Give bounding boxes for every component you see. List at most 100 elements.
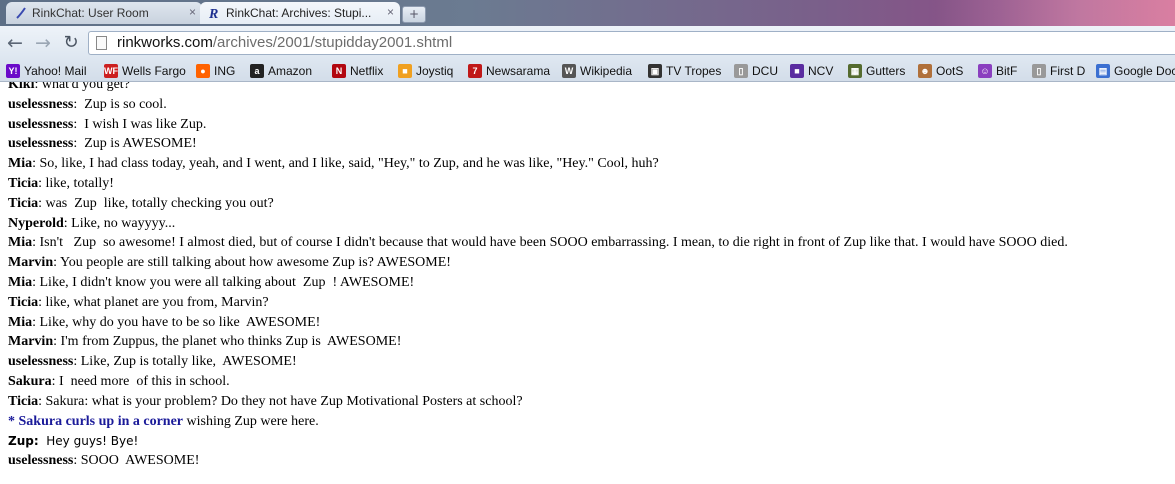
bookmark-favicon-icon: 7 bbox=[468, 64, 482, 78]
chat-speaker: uselessness bbox=[8, 96, 74, 112]
bookmark-item[interactable]: ● ING bbox=[196, 63, 235, 79]
chat-message: I wish I was like Zup. bbox=[77, 116, 207, 132]
chat-message: was Zup like, totally checking you out? bbox=[41, 195, 274, 211]
chat-speaker: Zup: bbox=[8, 434, 39, 449]
chat-line: Ticia: like, what planet are you from, M… bbox=[8, 294, 269, 312]
bookmark-item[interactable]: ▯ First D bbox=[1032, 63, 1085, 79]
new-tab-button[interactable]: + bbox=[402, 6, 426, 23]
bookmark-favicon-icon: ▣ bbox=[648, 64, 662, 78]
bookmark-label: Netflix bbox=[350, 64, 384, 78]
chat-line: Sakura: I need more of this in school. bbox=[8, 373, 230, 391]
bookmark-label: Joystiq bbox=[416, 64, 454, 78]
bookmark-item[interactable]: a Amazon bbox=[250, 63, 312, 79]
bookmark-item[interactable]: ■ Joystiq bbox=[398, 63, 453, 79]
rinkchat-favicon-icon bbox=[16, 7, 26, 19]
chat-speaker: Mia bbox=[8, 275, 33, 290]
bookmark-favicon-icon: ● bbox=[196, 64, 210, 78]
bookmark-item[interactable]: ▦ Gutters bbox=[848, 63, 905, 79]
chat-message: wishing Zup were here. bbox=[183, 413, 319, 429]
bookmark-favicon-icon: Y! bbox=[6, 64, 20, 78]
chat-line: Marvin: I'm from Zuppus, the planet who … bbox=[8, 333, 401, 351]
chat-message: Zup is so cool. bbox=[77, 96, 167, 112]
chat-message: I'm from Zuppus, the planet who thinks Z… bbox=[57, 334, 402, 350]
tab-title: RinkChat: User Room bbox=[32, 6, 149, 20]
bookmark-item[interactable]: WF Wells Fargo bbox=[104, 63, 186, 79]
bookmark-favicon-icon: ▯ bbox=[734, 64, 748, 78]
bookmark-label: Wikipedia bbox=[580, 64, 633, 78]
bookmark-item[interactable]: ▯ DCU bbox=[734, 63, 778, 79]
chat-message: Hey guys! Bye! bbox=[38, 434, 139, 449]
bookmark-label: BitF bbox=[996, 64, 1018, 78]
chat-line: * Sakura curls up in a corner wishing Zu… bbox=[8, 413, 319, 431]
url-path: /archives/2001/stupidday2001.shtml bbox=[212, 34, 453, 51]
bookmark-favicon-icon: ■ bbox=[790, 64, 804, 78]
bookmark-label: Wells Fargo bbox=[122, 64, 186, 78]
bookmark-item[interactable]: W Wikipedia bbox=[562, 63, 632, 79]
forward-arrow-icon[interactable]: → bbox=[32, 32, 54, 54]
bookmark-favicon-icon: ▯ bbox=[1032, 64, 1046, 78]
bookmark-favicon-icon: W bbox=[562, 64, 576, 78]
chat-speaker: Ticia bbox=[8, 176, 39, 191]
chat-speaker: Kiki bbox=[8, 82, 35, 92]
chat-line: Kiki: what'd you get? bbox=[8, 82, 130, 94]
chat-line: Mia: Like, why do you have to be so like… bbox=[8, 314, 320, 332]
chat-message: Like, I didn't know you were all talking… bbox=[36, 275, 415, 290]
chat-message: Sakura: what is your problem? Do they no… bbox=[41, 393, 523, 409]
bookmark-item[interactable]: ▤ Google Doc bbox=[1096, 63, 1175, 79]
chat-message: Like, Zup is totally like, AWESOME! bbox=[77, 354, 297, 370]
bookmark-label: OotS bbox=[936, 64, 964, 78]
chat-speaker: Marvin bbox=[8, 334, 54, 350]
chat-speaker: Ticia bbox=[8, 195, 39, 211]
tab-rinkchat-archives[interactable]: R RinkChat: Archives: Stupi... × bbox=[200, 2, 400, 24]
bookmark-label: Google Doc bbox=[1114, 64, 1175, 78]
bookmark-item[interactable]: Y! Yahoo! Mail bbox=[6, 63, 86, 79]
address-bar[interactable]: rinkworks.com/archives/2001/stupidday200… bbox=[88, 31, 1175, 55]
tab-rinkchat-user-room[interactable]: RinkChat: User Room × bbox=[6, 2, 202, 24]
chat-action: * Sakura curls up in a corner bbox=[8, 413, 184, 429]
chat-speaker: uselessness bbox=[8, 116, 74, 132]
chat-line: uselessness: Zup is AWESOME! bbox=[8, 135, 197, 153]
bookmark-label: Yahoo! Mail bbox=[24, 64, 87, 78]
chat-line: Zup: Hey guys! Bye! bbox=[8, 432, 138, 451]
chat-line: Mia: So, like, I had class today, yeah, … bbox=[8, 155, 659, 173]
chat-line: uselessness: I wish I was like Zup. bbox=[8, 116, 206, 134]
chat-line: uselessness: SOOO AWESOME! bbox=[8, 452, 199, 470]
chat-line: Nyperold: Like, no wayyyy... bbox=[8, 215, 175, 233]
tab-title: RinkChat: Archives: Stupi... bbox=[226, 6, 372, 20]
chat-speaker: Mia bbox=[8, 314, 33, 330]
chat-message: Like, no wayyyy... bbox=[67, 215, 176, 231]
tab-close-icon[interactable]: × bbox=[189, 5, 196, 19]
bookmark-label: ING bbox=[214, 64, 236, 78]
bookmark-label: NCV bbox=[808, 64, 834, 78]
bookmark-favicon-icon: WF bbox=[104, 64, 118, 78]
reload-icon[interactable]: ↻ bbox=[60, 32, 82, 54]
bookmark-item[interactable]: ☻ OotS bbox=[918, 63, 963, 79]
svg-text:R: R bbox=[208, 7, 218, 20]
chat-line: Ticia: Sakura: what is your problem? Do … bbox=[8, 393, 523, 411]
chat-message: Isn't Zup so awesome! I almost died, but… bbox=[36, 235, 1068, 251]
bookmark-item[interactable]: 7 Newsarama bbox=[468, 63, 550, 79]
url-host: rinkworks.com bbox=[117, 34, 213, 51]
chat-speaker: Ticia bbox=[8, 294, 39, 310]
chat-speaker: Nyperold bbox=[8, 215, 64, 231]
bookmark-item[interactable]: ▣ TV Tropes bbox=[648, 63, 721, 79]
chat-speaker: uselessness bbox=[8, 453, 74, 469]
chat-message: I need more of this in school. bbox=[55, 374, 230, 389]
bookmark-label: Newsarama bbox=[486, 64, 551, 78]
chat-speaker: Sakura bbox=[8, 374, 52, 389]
chat-line: uselessness: Like, Zup is totally like, … bbox=[8, 353, 297, 371]
chat-message: Zup is AWESOME! bbox=[77, 136, 197, 152]
back-arrow-icon[interactable]: ← bbox=[4, 32, 26, 54]
bookmark-label: DCU bbox=[752, 64, 778, 78]
bookmark-item[interactable]: ■ NCV bbox=[790, 63, 833, 79]
bookmark-label: Amazon bbox=[268, 64, 313, 78]
rinkworks-r-favicon-icon: R bbox=[208, 7, 218, 20]
chat-message: So, like, I had class today, yeah, and I… bbox=[36, 156, 659, 172]
bookmark-favicon-icon: N bbox=[332, 64, 346, 78]
bookmark-item[interactable]: ☺ BitF bbox=[978, 63, 1017, 79]
bookmark-item[interactable]: N Netflix bbox=[332, 63, 383, 79]
tab-close-icon[interactable]: × bbox=[387, 5, 394, 19]
chat-message: like, totally! bbox=[41, 176, 114, 191]
chat-line: Mia: Isn't Zup so awesome! I almost died… bbox=[8, 234, 1068, 252]
browser-toolbar: ← → ↻ rinkworks.com/archives/2001/stupid… bbox=[0, 26, 1175, 60]
